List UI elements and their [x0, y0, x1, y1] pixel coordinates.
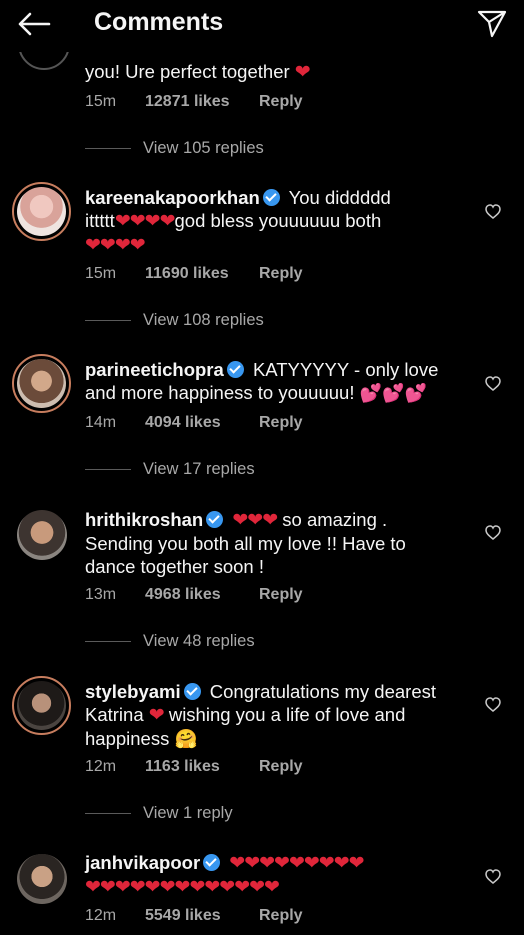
comment-time: 12m — [85, 758, 117, 775]
view-replies-label: View 48 replies — [143, 632, 255, 650]
reply-button[interactable]: Reply — [259, 758, 303, 776]
back-arrow-icon[interactable] — [14, 8, 54, 40]
comment-username[interactable]: janhvikapoor — [85, 852, 200, 873]
heart-outline-icon[interactable] — [482, 693, 504, 715]
view-replies-label: View 108 replies — [143, 311, 264, 329]
view-replies-button[interactable]: View 1 reply — [85, 804, 233, 823]
view-replies-label: View 17 replies — [143, 460, 255, 478]
verified-badge-icon — [183, 683, 201, 700]
avatar[interactable] — [12, 354, 71, 413]
comment-meta: 12m 5549 likes Reply — [85, 907, 303, 925]
avatar[interactable] — [17, 854, 67, 904]
comment-meta: 13m 4968 likes Reply — [85, 586, 303, 604]
comment-text: hrithikroshan ❤❤❤ so amazing . Sending y… — [85, 509, 406, 577]
reply-button[interactable]: Reply — [259, 907, 303, 925]
heart-outline-icon[interactable] — [482, 865, 504, 887]
comment-username[interactable]: parineetichopra — [85, 359, 224, 380]
heart-outline-icon[interactable] — [482, 521, 504, 543]
heart-outline-icon[interactable] — [482, 200, 504, 222]
likes-count[interactable]: 12871 likes — [145, 93, 259, 111]
comment-time: 15m — [85, 265, 117, 282]
likes-count[interactable]: 5549 likes — [145, 907, 259, 925]
reply-button[interactable]: Reply — [259, 586, 303, 604]
page-title: Comments — [94, 8, 224, 36]
view-replies-label: View 105 replies — [143, 139, 264, 157]
likes-count[interactable]: 4968 likes — [145, 586, 259, 604]
comment-username[interactable]: kareenakapoorkhan — [85, 187, 260, 208]
comment-meta: 12m 1163 likes Reply — [85, 758, 303, 776]
view-replies-button[interactable]: View 17 replies — [85, 460, 255, 479]
reply-button[interactable]: Reply — [259, 265, 303, 283]
comment-meta: 15m 12871 likes Reply — [85, 93, 303, 111]
verified-badge-icon — [203, 854, 221, 871]
comment-time: 15m — [85, 93, 117, 110]
divider-line — [85, 148, 131, 149]
divider-line — [85, 320, 131, 321]
comment-time: 12m — [85, 907, 117, 924]
likes-count[interactable]: 1163 likes — [145, 758, 259, 776]
avatar[interactable] — [12, 676, 71, 735]
comment-meta: 15m 11690 likes Reply — [85, 265, 303, 283]
reply-button[interactable]: Reply — [259, 93, 303, 111]
likes-count[interactable]: 11690 likes — [145, 265, 259, 283]
divider-line — [85, 641, 131, 642]
comment-time: 13m — [85, 586, 117, 603]
likes-count[interactable]: 4094 likes — [145, 414, 259, 432]
divider-line — [85, 813, 131, 814]
verified-badge-icon — [226, 361, 244, 378]
comment-text: stylebyami Congratulations my dearest Ka… — [85, 681, 437, 749]
comment-text: you! Ure perfect together ❤ — [85, 61, 311, 83]
comment-username[interactable]: stylebyami — [85, 681, 181, 702]
reply-button[interactable]: Reply — [259, 414, 303, 432]
heart-outline-icon[interactable] — [482, 372, 504, 394]
view-replies-button[interactable]: View 105 replies — [85, 139, 264, 158]
comment-text: kareenakapoorkhan You diddddd ittttt❤❤❤❤… — [85, 187, 391, 256]
comment-text: parineetichopra KATYYYYY - only love and… — [85, 359, 439, 403]
divider-line — [85, 469, 131, 470]
view-replies-button[interactable]: View 108 replies — [85, 311, 264, 330]
avatar[interactable] — [17, 510, 67, 560]
comment-username[interactable]: hrithikroshan — [85, 509, 203, 530]
verified-badge-icon — [206, 511, 224, 528]
comment-time: 14m — [85, 414, 117, 431]
verified-badge-icon — [262, 189, 280, 206]
comment-text: janhvikapoor ❤❤❤❤❤❤❤❤❤ ❤❤❤❤❤❤❤❤❤❤❤❤❤ — [85, 852, 365, 898]
view-replies-button[interactable]: View 48 replies — [85, 632, 255, 651]
view-replies-label: View 1 reply — [143, 804, 233, 822]
top-bar: Comments — [0, 0, 524, 48]
avatar[interactable] — [12, 182, 71, 241]
avatar[interactable] — [18, 52, 70, 70]
direct-send-icon[interactable] — [474, 7, 510, 41]
comment-meta: 14m 4094 likes Reply — [85, 414, 303, 432]
